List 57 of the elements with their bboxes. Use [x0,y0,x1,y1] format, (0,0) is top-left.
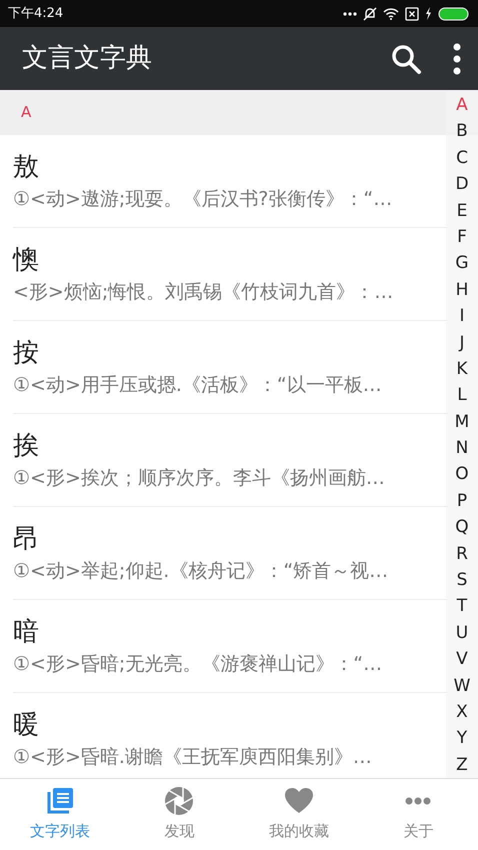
nav-tab[interactable]: 关于 [358,779,478,850]
index-letter[interactable]: H [456,276,468,304]
no-sim-icon [405,6,419,20]
index-letter[interactable]: Z [456,752,468,778]
status-time: 下午4:24 [8,4,64,23]
more-dots-icon [343,12,357,16]
index-letter[interactable]: V [456,646,468,673]
entry-character: 暗 [13,616,40,649]
index-letter[interactable]: N [456,435,468,462]
battery-icon [438,6,470,20]
document-list-icon [44,786,75,816]
index-letter[interactable]: O [455,461,469,488]
index-letter[interactable]: I [459,303,464,330]
more-icon [404,797,432,806]
entry-character: 按 [13,337,40,370]
index-letter[interactable]: P [456,488,468,514]
entry-definition: ①<动>用手压或摁.《活板》：“以一平板… [13,373,383,398]
index-letter[interactable]: B [456,118,468,145]
entry-definition: ①<形>昏暗;无光亮。《游褒禅山记》：“… [13,652,384,677]
index-letter[interactable]: U [456,620,468,646]
index-letter[interactable]: D [455,171,469,198]
entry-character: 昂 [13,523,40,556]
entry-definition: ①<动>遨游;现耍。《后汉书?张衡传》：“… [13,187,394,212]
entry-definition: <形>烦恼;悔恨。刘禹锡《竹枝词九首》：… [13,280,394,305]
search-icon[interactable] [390,42,422,74]
index-letter[interactable]: A [456,92,468,118]
nav-tab[interactable]: 发现 [120,779,239,850]
index-letter[interactable]: L [457,382,467,409]
entry-character: 敖 [13,151,40,184]
entry-definition: ①<形>挨次；顺序次序。李斗《扬州画舫… [13,466,386,491]
index-letter[interactable]: W [454,672,470,699]
muted-bell-icon [363,6,377,20]
entry-character: 挨 [13,430,40,463]
index-letter[interactable]: Q [455,514,469,541]
index-letter[interactable]: F [457,224,467,250]
index-letter[interactable]: R [456,540,468,568]
charging-icon [425,7,432,20]
entry-character: 懊 [13,244,40,277]
entry-definition: ①<动>举起;仰起.《核舟记》：“矫首～视… [13,559,390,584]
overflow-menu-icon[interactable] [452,42,462,74]
index-letter[interactable]: C [456,144,468,172]
index-letter[interactable]: X [456,698,468,726]
index-letter[interactable]: Y [456,725,468,752]
wifi-icon [383,7,399,20]
index-letter[interactable]: T [456,593,468,620]
entry-definition: ①<形>昏暗.谢瞻《王抚军庾西阳集别》… [13,745,373,770]
section-letter: A [21,102,32,124]
index-letter[interactable]: K [456,356,468,382]
index-letter[interactable]: S [456,567,468,594]
app-title: 文言文字典 [22,42,153,75]
index-letter[interactable]: G [455,250,469,277]
index-letter[interactable]: E [456,198,468,224]
entry-character: 暖 [13,709,40,742]
index-letter[interactable]: J [459,330,464,356]
index-letter[interactable]: M [454,408,470,436]
nav-tab[interactable]: 我的收藏 [239,779,358,850]
aperture-icon [164,786,194,816]
